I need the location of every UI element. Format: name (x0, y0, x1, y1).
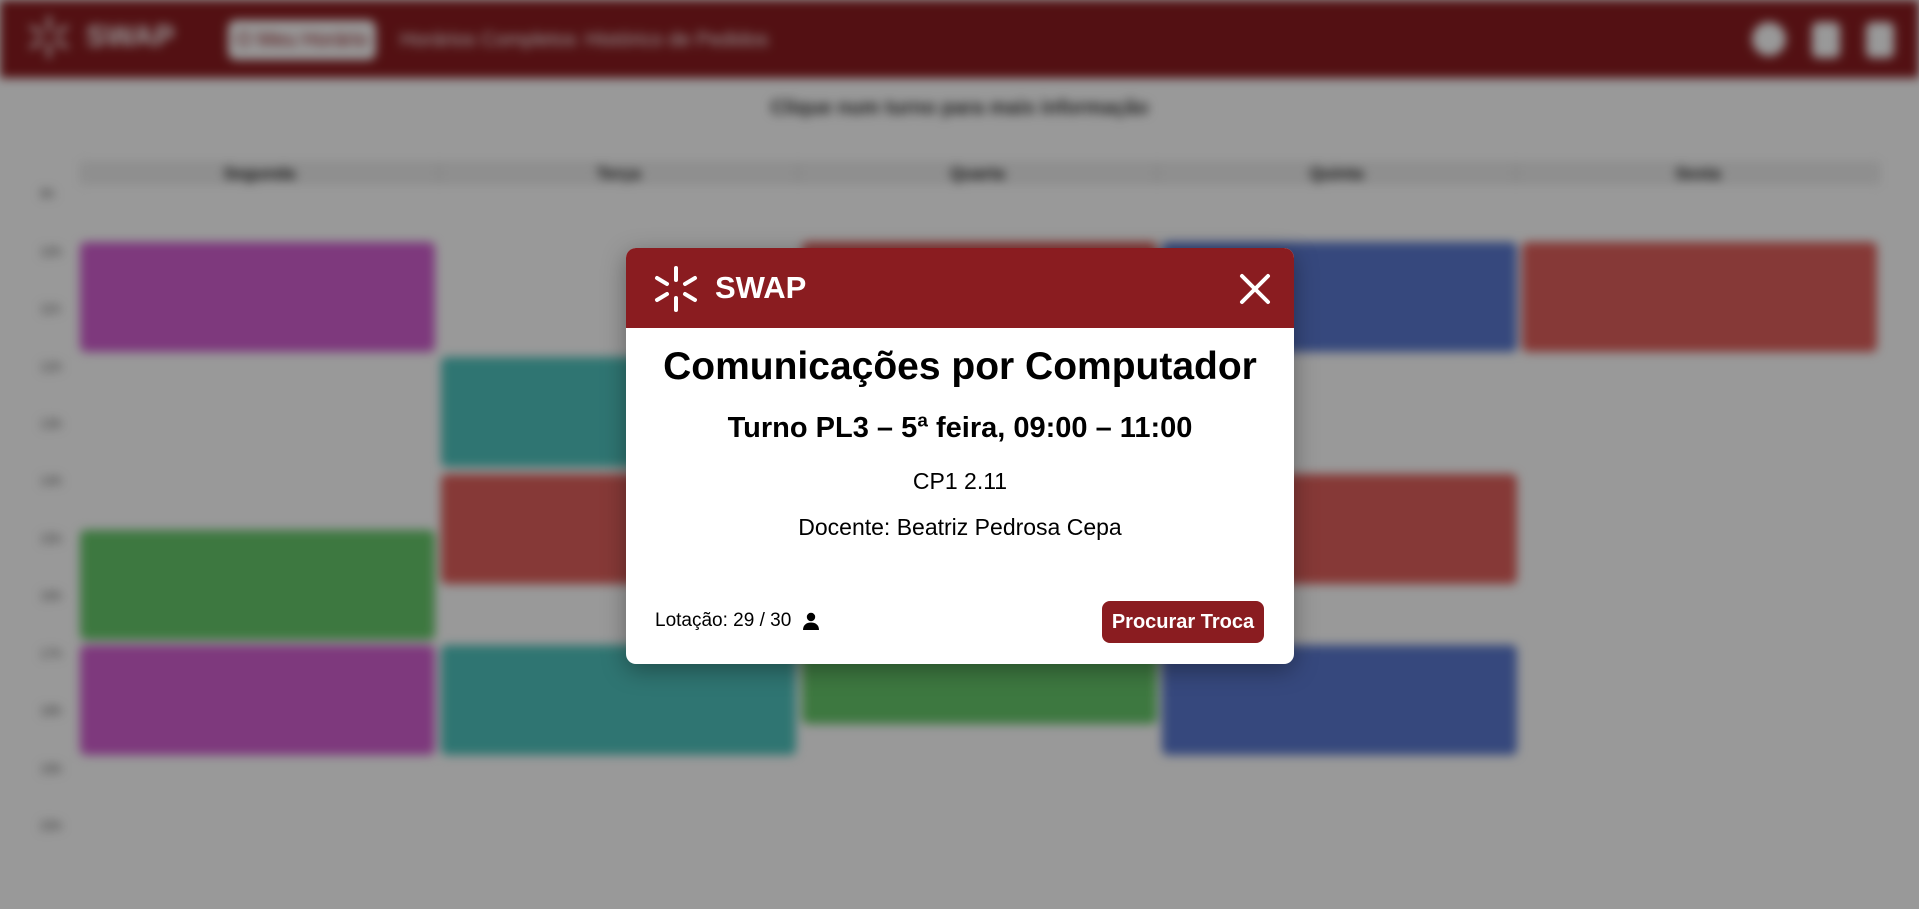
teacher-label: Docente: Beatriz Pedrosa Cepa (798, 514, 1122, 540)
shift-info: Turno PL3 – 5ª feira, 09:00 – 11:00 (727, 412, 1193, 444)
room-label: CP1 2.11 (912, 468, 1008, 494)
close-icon[interactable] (1238, 272, 1272, 306)
person-icon (803, 612, 820, 630)
capacity-label: Lotação: 29 / 30 (655, 610, 792, 631)
modal-header: SWAP (626, 248, 1294, 328)
university-star-logo-icon (655, 266, 697, 312)
search-swap-button[interactable]: Procurar Troca (1102, 601, 1264, 643)
modal-brand-label: SWAP (715, 270, 807, 305)
capacity-info: Lotação: 29 / 30 (655, 609, 821, 633)
course-title: Comunicações por Computador (663, 345, 1257, 388)
shift-details-modal: SWAP Comunicações por Computador Turno P… (626, 248, 1294, 664)
